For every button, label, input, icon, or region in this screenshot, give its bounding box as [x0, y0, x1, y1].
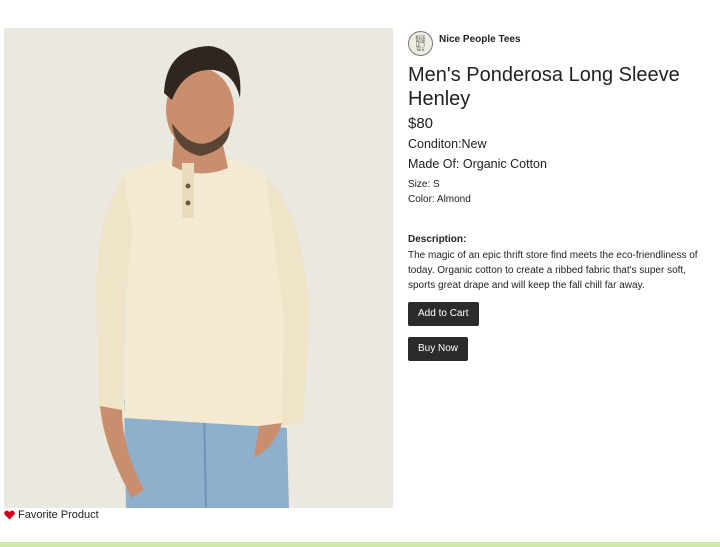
- seller-info[interactable]: NICE PEOPLE TEES Nice People Tees: [408, 31, 521, 56]
- product-description: The magic of an epic thrift store find m…: [408, 250, 698, 291]
- favorite-product-link[interactable]: Favorite Product: [4, 509, 99, 521]
- footer-bar: [0, 542, 720, 547]
- seller-name[interactable]: Nice People Tees: [439, 34, 521, 45]
- product-color: Color: Almond: [408, 194, 471, 205]
- product-photo-illustration: [4, 28, 393, 508]
- seller-logo-text: NICE PEOPLE TEES: [415, 34, 426, 52]
- product-material: Made Of: Organic Cotton: [408, 157, 547, 171]
- product-condition: Conditon:New: [408, 137, 487, 151]
- product-image: [4, 28, 393, 508]
- add-to-cart-button[interactable]: Add to Cart: [408, 302, 479, 326]
- description-label: Description:: [408, 234, 467, 245]
- favorite-label: Favorite Product: [18, 509, 99, 521]
- heart-icon: [4, 510, 15, 520]
- seller-avatar[interactable]: NICE PEOPLE TEES: [408, 31, 433, 56]
- buy-now-button[interactable]: Buy Now: [408, 337, 469, 361]
- product-title: Men's Ponderosa Long Sleeve Henley: [408, 64, 680, 110]
- product-size: Size: S: [408, 179, 440, 190]
- product-price: $80: [408, 115, 434, 132]
